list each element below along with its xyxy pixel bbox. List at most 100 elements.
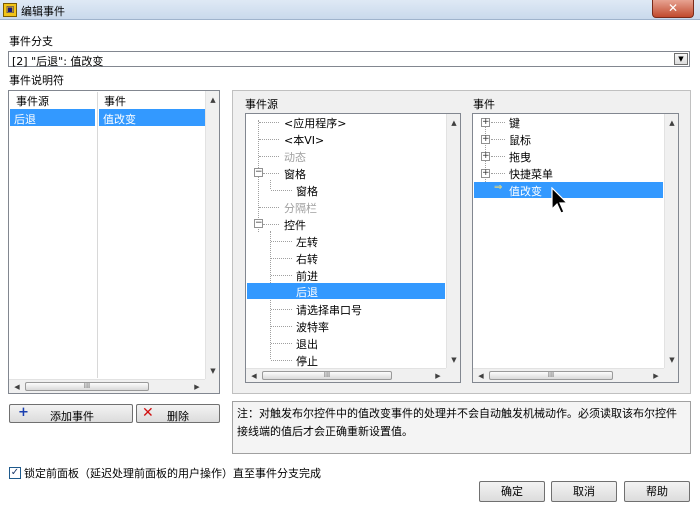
source-controls[interactable]: 控件: [284, 217, 306, 233]
event-mouse[interactable]: 鼠标: [509, 132, 531, 148]
branch-select-value: [2] "后退": 值改变: [12, 55, 104, 68]
expand-icon[interactable]: +: [481, 118, 490, 127]
tree-line: [263, 173, 279, 174]
ok-button[interactable]: 确定: [479, 481, 545, 502]
hscroll-thumb[interactable]: III: [262, 371, 392, 380]
expand-icon[interactable]: +: [481, 169, 490, 178]
note-text: 注：对触发布尔控件中的值改变事件的处理并不会自动触发机械动作。必须读取该布尔控件…: [232, 401, 691, 454]
tree-line: [259, 156, 279, 157]
tree-line: [491, 139, 505, 140]
add-event-button[interactable]: + 添加事件: [9, 404, 133, 423]
tree-line: [263, 224, 279, 225]
tree-line: [259, 139, 279, 140]
tree-line: [259, 207, 279, 208]
source-turn-left[interactable]: 左转: [296, 234, 318, 250]
expand-icon[interactable]: +: [481, 152, 490, 161]
scroll-down-icon[interactable]: ▼: [206, 365, 220, 377]
source-pane-group[interactable]: 窗格: [284, 166, 306, 182]
scroll-down-icon[interactable]: ▼: [665, 354, 679, 366]
chevron-down-icon[interactable]: ▼: [674, 53, 688, 65]
event-drag[interactable]: 拖曳: [509, 149, 531, 165]
source-stop[interactable]: 停止: [296, 353, 318, 369]
source-splitter[interactable]: 分隔栏: [284, 200, 317, 216]
plus-icon: +: [18, 405, 29, 420]
scroll-left-icon[interactable]: ◀: [474, 370, 488, 382]
tree-line: [270, 180, 271, 189]
descriptor-row-source[interactable]: 后退: [10, 109, 95, 126]
cancel-button[interactable]: 取消: [551, 481, 617, 502]
source-pane[interactable]: 窗格: [296, 183, 318, 199]
scroll-corner: [446, 368, 460, 382]
source-forward[interactable]: 前进: [296, 268, 318, 284]
scroll-left-icon[interactable]: ◀: [247, 370, 261, 382]
scroll-right-icon[interactable]: ▶: [431, 370, 445, 382]
event-vscroll[interactable]: ▲ ▼: [664, 114, 678, 368]
source-vscroll[interactable]: ▲ ▼: [446, 114, 460, 368]
descriptor-row-event-text: 值改变: [103, 113, 136, 126]
delete-label: 删除: [167, 410, 189, 423]
source-backward-selected[interactable]: 后退: [247, 283, 445, 299]
scroll-left-icon[interactable]: ◀: [10, 381, 24, 393]
lock-panel-checkbox[interactable]: ✓: [9, 467, 21, 479]
scroll-corner: [664, 368, 678, 382]
descriptor-label: 事件说明符: [9, 74, 64, 87]
tree-line: [271, 343, 292, 344]
descriptor-header-event[interactable]: 事件: [104, 93, 126, 109]
tree-line: [259, 122, 279, 123]
delete-x-icon: ✕: [142, 405, 154, 421]
source-baud-rate[interactable]: 波特率: [296, 319, 329, 335]
source-serial-port[interactable]: 请选择串口号: [296, 302, 362, 318]
tree-line: [271, 190, 292, 191]
source-this-vi[interactable]: <本VI>: [284, 132, 324, 148]
hscroll-thumb[interactable]: III: [25, 382, 149, 391]
event-label: 事件: [473, 98, 495, 111]
window-title: 编辑事件: [21, 5, 65, 18]
event-key[interactable]: 键: [509, 115, 520, 131]
branch-label: 事件分支: [9, 35, 53, 48]
source-backward: 后退: [296, 286, 318, 299]
scroll-up-icon[interactable]: ▲: [665, 117, 679, 129]
delete-button[interactable]: ✕ 删除: [136, 404, 220, 423]
event-source-label: 事件源: [245, 98, 278, 111]
event-source-tree[interactable]: − − <应用程序> <本VI> 动态 窗格 窗格 分隔栏 控件 左转 右转 前…: [245, 113, 461, 383]
tree-line: [491, 156, 505, 157]
expand-icon[interactable]: +: [481, 135, 490, 144]
descriptor-row-source-text: 后退: [14, 113, 36, 126]
event-shortcut-menu[interactable]: 快捷菜单: [509, 166, 553, 182]
source-turn-right[interactable]: 右转: [296, 251, 318, 267]
descriptor-list[interactable]: 事件源 事件 后退 值改变 ▲ ▼ ◀ III ▶: [8, 90, 220, 394]
event-hscroll[interactable]: ◀ III ▶: [473, 368, 664, 382]
source-app[interactable]: <应用程序>: [284, 115, 346, 131]
tree-line: [271, 326, 292, 327]
source-exit[interactable]: 退出: [296, 336, 318, 352]
tree-line: [271, 360, 292, 361]
scroll-up-icon[interactable]: ▲: [206, 94, 220, 106]
scroll-right-icon[interactable]: ▶: [190, 381, 204, 393]
close-button[interactable]: ✕: [652, 0, 694, 18]
descriptor-hscroll[interactable]: ◀ III ▶: [9, 379, 205, 393]
descriptor-header-source[interactable]: 事件源: [16, 93, 49, 109]
collapse-icon[interactable]: −: [254, 168, 263, 177]
descriptor-vscroll[interactable]: ▲ ▼: [205, 91, 219, 379]
labview-app-icon: ▣: [3, 3, 17, 17]
collapse-icon[interactable]: −: [254, 219, 263, 228]
branch-select[interactable]: [2] "后退": 值改变 ▼: [8, 51, 690, 68]
tree-line: [271, 309, 292, 310]
tree-line: [491, 173, 505, 174]
mouse-cursor-icon: [551, 187, 569, 214]
source-hscroll[interactable]: ◀ III ▶: [246, 368, 446, 382]
source-dynamic[interactable]: 动态: [284, 149, 306, 165]
help-button[interactable]: 帮助: [624, 481, 690, 502]
tree-line: [271, 241, 292, 242]
descriptor-row-event[interactable]: 值改变: [99, 109, 205, 126]
event-tree[interactable]: + + + + 键 鼠标 拖曳 快捷菜单 ⇒ 值改变 ▲ ▼ ◀ III ▶: [472, 113, 679, 383]
tree-line: [271, 258, 292, 259]
scroll-right-icon[interactable]: ▶: [649, 370, 663, 382]
event-value-change: 值改变: [509, 185, 542, 198]
scroll-down-icon[interactable]: ▼: [447, 354, 461, 366]
add-event-label: 添加事件: [50, 410, 94, 423]
hscroll-thumb[interactable]: III: [489, 371, 613, 380]
scroll-up-icon[interactable]: ▲: [447, 117, 461, 129]
column-divider: [97, 92, 98, 378]
tree-line: [271, 275, 292, 276]
